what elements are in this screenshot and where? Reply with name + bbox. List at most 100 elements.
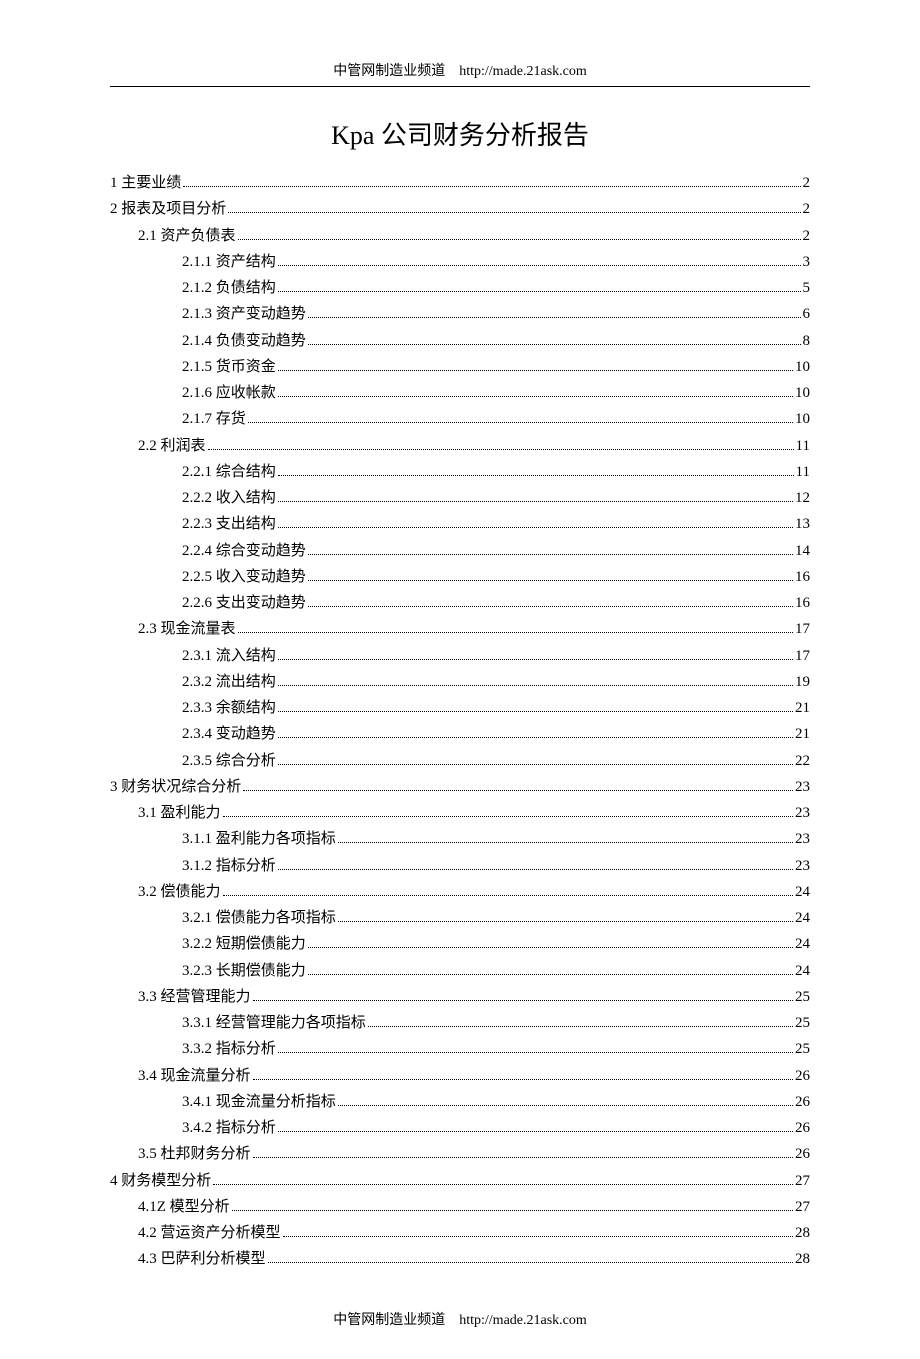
toc-entry[interactable]: 2 报表及项目分析2 [110, 196, 810, 222]
toc-entry[interactable]: 2.2.6 支出变动趋势16 [110, 590, 810, 616]
toc-entry-label: 2.1.5 货币资金 [182, 354, 276, 380]
toc-leader-dots [253, 1000, 793, 1001]
table-of-contents: 1 主要业绩22 报表及项目分析22.1 资产负债表22.1.1 资产结构32.… [110, 170, 810, 1273]
toc-entry-label: 3.3.2 指标分析 [182, 1036, 276, 1062]
toc-entry-label: 2.1.1 资产结构 [182, 249, 276, 275]
toc-entry[interactable]: 2.2.2 收入结构12 [110, 485, 810, 511]
toc-entry-label: 4.2 营运资产分析模型 [138, 1220, 281, 1246]
toc-entry[interactable]: 4.3 巴萨利分析模型28 [110, 1246, 810, 1272]
toc-entry[interactable]: 2.3.5 综合分析22 [110, 748, 810, 774]
toc-entry-page: 16 [795, 590, 810, 616]
toc-leader-dots [223, 816, 793, 817]
toc-entry[interactable]: 4 财务模型分析27 [110, 1168, 810, 1194]
toc-leader-dots [278, 265, 801, 266]
toc-entry[interactable]: 2.3 现金流量表17 [110, 616, 810, 642]
toc-entry[interactable]: 2.2.3 支出结构13 [110, 511, 810, 537]
toc-entry-page: 24 [795, 958, 810, 984]
toc-entry[interactable]: 3.2 偿债能力 24 [110, 879, 810, 905]
page-footer: 中管网制造业频道 http://made.21ask.com [110, 1309, 810, 1329]
toc-entry[interactable]: 2.3.3 余额结构21 [110, 695, 810, 721]
toc-leader-dots [278, 764, 793, 765]
toc-leader-dots [278, 1131, 793, 1132]
toc-entry-label: 3.2.2 短期偿债能力 [182, 931, 306, 957]
toc-entry-label: 3 财务状况综合分析 [110, 774, 241, 800]
toc-entry[interactable]: 2.1.5 货币资金 10 [110, 354, 810, 380]
toc-entry-label: 2.1.3 资产变动趋势 [182, 301, 306, 327]
toc-entry-label: 2.3 现金流量表 [138, 616, 236, 642]
toc-entry[interactable]: 3.4 现金流量分析26 [110, 1063, 810, 1089]
toc-entry[interactable]: 3.1 盈利能力23 [110, 800, 810, 826]
toc-entry[interactable]: 2.1.4 负债变动趋势8 [110, 328, 810, 354]
toc-entry[interactable]: 1 主要业绩2 [110, 170, 810, 196]
toc-entry[interactable]: 2.3.1 流入结构17 [110, 643, 810, 669]
toc-leader-dots [238, 632, 793, 633]
toc-leader-dots [338, 921, 793, 922]
toc-entry[interactable]: 3.3.1 经营管理能力各项指标25 [110, 1010, 810, 1036]
toc-entry-page: 6 [803, 301, 811, 327]
toc-entry-page: 23 [795, 826, 810, 852]
header-url: http://made.21ask.com [459, 64, 587, 79]
toc-entry[interactable]: 2.1.7 存货 10 [110, 406, 810, 432]
toc-entry[interactable]: 2.1.3 资产变动趋势 6 [110, 301, 810, 327]
toc-entry[interactable]: 3.4.1 现金流量分析指标26 [110, 1089, 810, 1115]
toc-entry[interactable]: 2.2.1 综合结构11 [110, 459, 810, 485]
toc-leader-dots [278, 396, 793, 397]
toc-leader-dots [253, 1079, 793, 1080]
toc-entry[interactable]: 2.2.5 收入变动趋势16 [110, 564, 810, 590]
toc-entry[interactable]: 3.2.3 长期偿债能力24 [110, 958, 810, 984]
toc-leader-dots [228, 212, 800, 213]
toc-entry[interactable]: 3.1.1 盈利能力各项指标 23 [110, 826, 810, 852]
toc-leader-dots [253, 1157, 793, 1158]
document-page: 中管网制造业频道 http://made.21ask.com Kpa 公司财务分… [0, 0, 920, 1359]
toc-entry-label: 2.2.1 综合结构 [182, 459, 276, 485]
toc-leader-dots [278, 291, 801, 292]
toc-entry[interactable]: 3.1.2 指标分析23 [110, 853, 810, 879]
toc-entry-label: 3.4.2 指标分析 [182, 1115, 276, 1141]
toc-entry-page: 23 [795, 853, 810, 879]
toc-entry-label: 3.2 偿债能力 [138, 879, 221, 905]
toc-entry[interactable]: 2.1.6 应收帐款10 [110, 380, 810, 406]
toc-entry[interactable]: 2.2.4 综合变动趋势14 [110, 538, 810, 564]
toc-entry-label: 4.3 巴萨利分析模型 [138, 1246, 266, 1272]
toc-entry-label: 3.1 盈利能力 [138, 800, 221, 826]
toc-entry-page: 12 [795, 485, 810, 511]
toc-entry[interactable]: 2.2 利润表11 [110, 433, 810, 459]
toc-entry[interactable]: 2.1.2 负债结构5 [110, 275, 810, 301]
toc-entry[interactable]: 2.1 资产负债表2 [110, 223, 810, 249]
toc-entry-page: 17 [795, 643, 810, 669]
toc-entry[interactable]: 2.1.1 资产结构3 [110, 249, 810, 275]
toc-leader-dots [308, 317, 801, 318]
toc-entry[interactable]: 3 财务状况综合分析 23 [110, 774, 810, 800]
toc-leader-dots [278, 659, 793, 660]
toc-entry[interactable]: 2.3.2 流出结构19 [110, 669, 810, 695]
toc-entry-label: 2.1.7 存货 [182, 406, 246, 432]
toc-entry[interactable]: 4.1Z 模型分析27 [110, 1194, 810, 1220]
toc-entry-page: 26 [795, 1063, 810, 1089]
toc-entry[interactable]: 3.2.2 短期偿债能力24 [110, 931, 810, 957]
toc-leader-dots [278, 475, 794, 476]
toc-entry-page: 22 [795, 748, 810, 774]
toc-leader-dots [308, 344, 801, 345]
toc-entry-page: 23 [795, 774, 810, 800]
toc-entry-label: 3.3 经营管理能力 [138, 984, 251, 1010]
toc-entry-label: 4.1Z 模型分析 [138, 1194, 230, 1220]
toc-entry-label: 3.1.1 盈利能力各项指标 [182, 826, 336, 852]
toc-entry-label: 2.3.4 变动趋势 [182, 721, 276, 747]
toc-entry-page: 10 [795, 354, 810, 380]
toc-entry[interactable]: 2.3.4 变动趋势21 [110, 721, 810, 747]
toc-entry[interactable]: 3.3 经营管理能力25 [110, 984, 810, 1010]
toc-entry-label: 3.5 杜邦财务分析 [138, 1141, 251, 1167]
toc-entry[interactable]: 3.4.2 指标分析26 [110, 1115, 810, 1141]
toc-entry[interactable]: 3.5 杜邦财务分析26 [110, 1141, 810, 1167]
toc-entry-label: 3.3.1 经营管理能力各项指标 [182, 1010, 366, 1036]
toc-entry-page: 11 [796, 433, 810, 459]
toc-entry-page: 10 [795, 406, 810, 432]
toc-entry-page: 2 [803, 196, 811, 222]
toc-entry[interactable]: 3.2.1 偿债能力各项指标24 [110, 905, 810, 931]
toc-entry-label: 2.1.4 负债变动趋势 [182, 328, 306, 354]
toc-entry[interactable]: 3.3.2 指标分析25 [110, 1036, 810, 1062]
toc-entry-page: 13 [795, 511, 810, 537]
toc-entry-page: 24 [795, 879, 810, 905]
toc-entry[interactable]: 4.2 营运资产分析模型28 [110, 1220, 810, 1246]
toc-leader-dots [243, 790, 793, 791]
